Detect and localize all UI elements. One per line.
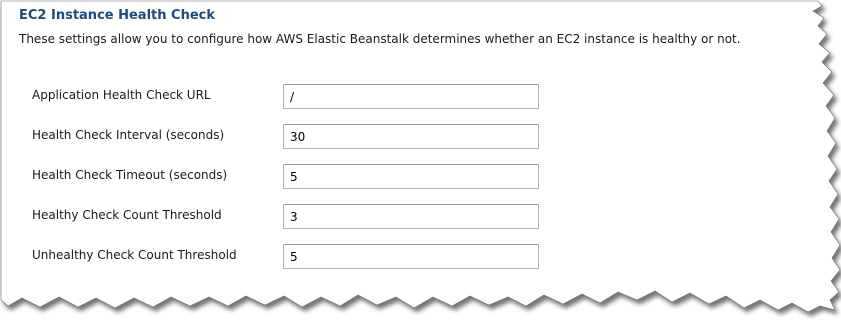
- field-row-health-check-url: Application Health Check URL: [32, 84, 552, 110]
- healthy-threshold-label: Healthy Check Count Threshold: [32, 208, 222, 222]
- health-check-url-label: Application Health Check URL: [32, 88, 211, 102]
- section-title: EC2 Instance Health Check: [19, 8, 215, 23]
- health-check-interval-input[interactable]: [283, 124, 539, 149]
- health-check-timeout-label: Health Check Timeout (seconds): [32, 168, 228, 182]
- health-check-timeout-input[interactable]: [283, 164, 539, 189]
- health-check-interval-label: Health Check Interval (seconds): [32, 128, 225, 142]
- health-check-panel: EC2 Instance Health Check These settings…: [18, 6, 818, 296]
- section-description: These settings allow you to configure ho…: [19, 32, 741, 46]
- field-row-health-check-timeout: Health Check Timeout (seconds): [32, 164, 552, 190]
- unhealthy-threshold-input[interactable]: [283, 244, 539, 269]
- unhealthy-threshold-label: Unhealthy Check Count Threshold: [32, 248, 237, 262]
- field-row-healthy-threshold: Healthy Check Count Threshold: [32, 204, 552, 230]
- healthy-threshold-input[interactable]: [283, 204, 539, 229]
- field-row-unhealthy-threshold: Unhealthy Check Count Threshold: [32, 244, 552, 270]
- field-row-health-check-interval: Health Check Interval (seconds): [32, 124, 552, 150]
- health-check-url-input[interactable]: [283, 84, 539, 109]
